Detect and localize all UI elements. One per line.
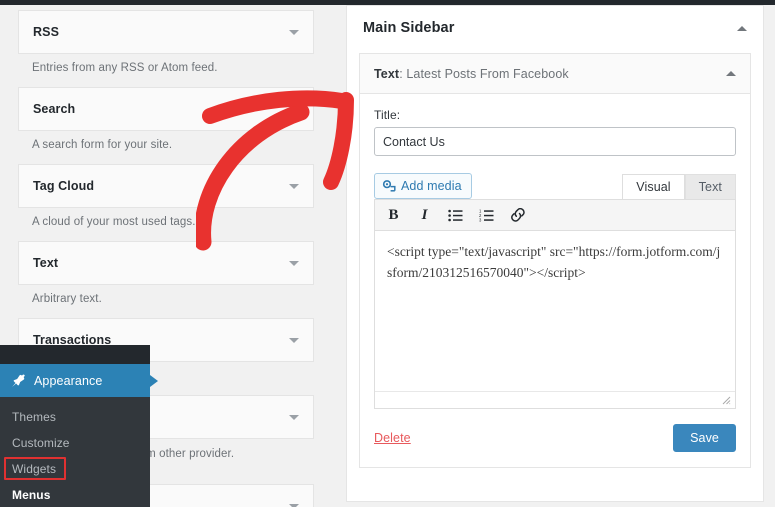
- sidebar-item-label: Appearance: [34, 373, 103, 388]
- main-sidebar-panel: Main Sidebar Text: Latest Posts From Fac…: [346, 5, 764, 502]
- widget-description-text: Arbitrary text.: [32, 293, 102, 305]
- chevron-down-icon[interactable]: [289, 29, 299, 35]
- bulleted-list-icon[interactable]: [447, 207, 464, 224]
- widget-footer: Delete Save: [374, 423, 736, 453]
- menu-top-strip: [0, 345, 150, 364]
- widget-description-search: A search form for your site.: [32, 139, 173, 151]
- tab-text[interactable]: Text: [684, 174, 736, 199]
- appearance-submenu: Themes Customize Widgets Menus: [0, 397, 150, 507]
- text-widget-header[interactable]: Text: Latest Posts From Facebook: [360, 54, 750, 94]
- widget-card-title: Text: [33, 256, 59, 270]
- text-widget-body: Title: Add media: [360, 94, 750, 467]
- submenu-item-themes[interactable]: Themes: [0, 404, 150, 430]
- media-icon: [382, 179, 396, 193]
- add-media-label: Add media: [401, 179, 462, 193]
- link-icon[interactable]: [509, 207, 526, 224]
- editor-box: B I 1 2 3 <script type="text/javascript"…: [374, 199, 736, 409]
- chevron-down-icon[interactable]: [289, 337, 299, 343]
- resize-grip-icon[interactable]: [722, 396, 731, 405]
- editor-toolbar: B I 1 2 3: [375, 200, 735, 231]
- tab-text-label: Text: [698, 180, 722, 194]
- sidebar-item-appearance[interactable]: Appearance: [0, 364, 158, 397]
- page-title: Main Sidebar: [363, 20, 455, 36]
- text-widget-title: Text: Latest Posts From Facebook: [374, 67, 726, 81]
- chevron-down-icon[interactable]: [289, 106, 299, 112]
- widget-instance-name: Latest Posts From Facebook: [406, 66, 569, 81]
- tab-visual[interactable]: Visual: [622, 174, 685, 199]
- caret-up-icon[interactable]: [726, 71, 736, 76]
- chevron-down-icon[interactable]: [289, 260, 299, 266]
- pin-icon: [12, 374, 25, 387]
- submenu-label: Themes: [12, 410, 56, 424]
- main-sidebar-header[interactable]: Main Sidebar: [347, 6, 763, 50]
- text-widget-container: Text: Latest Posts From Facebook Title:: [359, 53, 751, 468]
- editor-content-area[interactable]: <script type="text/javascript" src="http…: [375, 231, 735, 391]
- submenu-item-customize[interactable]: Customize: [0, 430, 150, 456]
- editor-top-row: Add media Visual Text: [374, 172, 736, 199]
- chevron-down-icon[interactable]: [289, 503, 299, 507]
- chevron-down-icon[interactable]: [289, 414, 299, 420]
- numbered-list-icon[interactable]: 1 2 3: [478, 207, 495, 224]
- title-field-label: Title:: [374, 108, 401, 122]
- caret-up-icon[interactable]: [737, 25, 747, 31]
- submenu-label: Customize: [12, 436, 70, 450]
- widgets-admin-screen: RSS Entries from any RSS or Atom feed. S…: [0, 0, 775, 507]
- widget-card-search[interactable]: Search: [18, 87, 314, 131]
- title-input[interactable]: [374, 127, 736, 156]
- submenu-item-menus[interactable]: Menus: [0, 482, 150, 507]
- editor-tabs: Visual Text: [622, 174, 736, 199]
- appearance-flyout-menu: Appearance Themes Customize Widgets Menu…: [0, 345, 158, 507]
- widget-card-tag-cloud[interactable]: Tag Cloud: [18, 164, 314, 208]
- submenu-item-widgets[interactable]: Widgets: [0, 456, 150, 482]
- widget-description-tag-cloud: A cloud of your most used tags.: [32, 216, 196, 228]
- widget-card-title: Tag Cloud: [33, 179, 95, 193]
- submenu-label: Menus: [12, 488, 51, 502]
- widget-card-title: RSS: [33, 25, 60, 39]
- italic-icon[interactable]: I: [416, 207, 433, 224]
- add-media-button[interactable]: Add media: [374, 173, 472, 199]
- widget-card-rss[interactable]: RSS: [18, 10, 314, 54]
- chevron-down-icon[interactable]: [289, 183, 299, 189]
- widget-card-title: Search: [33, 102, 76, 116]
- submenu-label: Widgets: [12, 462, 57, 476]
- widget-card-text[interactable]: Text: [18, 241, 314, 285]
- tab-visual-label: Visual: [636, 180, 671, 194]
- delete-link[interactable]: Delete: [374, 431, 411, 445]
- editor-resize-bar[interactable]: [375, 391, 735, 408]
- svg-text:3: 3: [479, 217, 482, 221]
- save-button[interactable]: Save: [673, 424, 736, 452]
- widget-description-rss: Entries from any RSS or Atom feed.: [32, 62, 218, 74]
- bold-icon[interactable]: B: [385, 207, 402, 224]
- widget-type-label: Text: [374, 66, 400, 81]
